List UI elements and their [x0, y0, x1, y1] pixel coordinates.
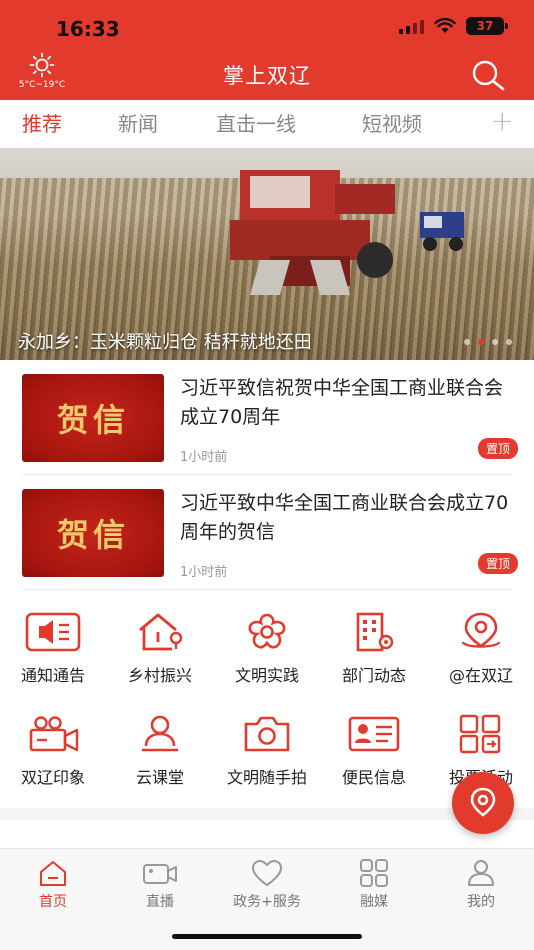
service-civilization[interactable]: 文明实践: [214, 612, 320, 686]
news-time: 1小时前: [180, 450, 228, 465]
service-label: @在双辽: [448, 666, 513, 685]
signal-icon: [399, 18, 424, 34]
grid-icon: [360, 859, 388, 887]
location-pin-icon: [461, 612, 501, 648]
teacher-icon: [142, 715, 178, 752]
nav-live[interactable]: 直播: [107, 859, 213, 911]
building-gear-icon: [356, 612, 394, 652]
divider: [22, 589, 512, 590]
banner-caption: 永加乡：玉米颗粒归仓 秸秆就地还田: [18, 332, 312, 353]
tab-short-video[interactable]: 短视频: [362, 108, 422, 137]
nav-mine[interactable]: 我的: [428, 859, 534, 911]
nav-media[interactable]: 融媒: [321, 859, 427, 911]
status-time: 16:33: [56, 17, 120, 41]
category-tabs: 推荐 新闻 直击一线 短视频 +: [0, 100, 534, 148]
service-notice[interactable]: 通知通告: [0, 612, 106, 686]
tractor-image: [420, 212, 464, 251]
banner-carousel[interactable]: 永加乡：玉米颗粒归仓 秸秆就地还田: [0, 148, 534, 360]
app-header: 16:33 37 5°C~19°C 掌上双辽: [0, 0, 534, 100]
location-fab[interactable]: [452, 772, 514, 834]
news-thumbnail-text: 贺信: [56, 516, 129, 554]
home-icon: [40, 861, 66, 886]
service-convenience[interactable]: 便民信息: [321, 714, 427, 788]
flower-icon: [248, 613, 286, 649]
service-department[interactable]: 部门动态: [321, 612, 427, 686]
megaphone-icon: [25, 612, 81, 652]
news-title: 习近平致信祝贺中华全国工商业联合会成立70周年: [180, 377, 504, 428]
nav-label: 政务+服务: [233, 894, 301, 910]
service-label: 云课堂: [135, 768, 184, 787]
service-village[interactable]: 乡村振兴: [107, 612, 213, 686]
service-label: 文明实践: [234, 666, 299, 685]
tab-news[interactable]: 新闻: [118, 108, 158, 137]
add-tab-button[interactable]: +: [491, 104, 514, 137]
divider: [22, 474, 512, 475]
service-label: 双辽印象: [20, 768, 85, 787]
service-impression[interactable]: 双辽印象: [0, 714, 106, 788]
service-label: 文明随手拍: [226, 768, 307, 787]
service-label: 乡村振兴: [127, 666, 192, 685]
camera-icon: [244, 716, 290, 752]
location-pin-icon: [470, 787, 496, 817]
news-time: 1小时前: [180, 565, 228, 580]
user-icon: [468, 860, 494, 886]
heart-icon: [251, 859, 283, 887]
news-item[interactable]: 贺信 习近平致中华全国工商业联合会成立70周年的贺信 1小时前 置顶: [22, 489, 518, 581]
news-thumbnail: 贺信: [22, 374, 164, 462]
live-camera-icon: [143, 864, 177, 884]
carousel-dot[interactable]: [492, 339, 498, 345]
tab-frontline[interactable]: 直击一线: [216, 108, 296, 137]
pinned-badge: 置顶: [477, 553, 518, 574]
video-camera-icon: [29, 716, 79, 752]
nav-label: 直播: [146, 894, 174, 910]
home-indicator: [172, 934, 362, 939]
nav-home[interactable]: 首页: [0, 859, 106, 911]
nav-government-service[interactable]: 政务+服务: [214, 859, 320, 911]
search-icon[interactable]: [470, 58, 506, 94]
news-title: 习近平致中华全国工商业联合会成立70周年的贺信: [180, 492, 509, 543]
wifi-icon: [434, 18, 456, 33]
nav-label: 我的: [467, 894, 495, 910]
service-label: 部门动态: [341, 666, 406, 685]
nav-label: 首页: [39, 894, 67, 910]
carousel-dot[interactable]: [464, 339, 470, 345]
nav-label: 融媒: [360, 894, 388, 910]
service-snapshot[interactable]: 文明随手拍: [214, 714, 320, 788]
news-thumbnail: 贺信: [22, 489, 164, 577]
service-in-shuangliao[interactable]: @在双辽: [428, 612, 534, 686]
id-card-icon: [348, 716, 400, 752]
carousel-indicator: [464, 339, 512, 345]
carousel-dot[interactable]: [506, 339, 512, 345]
news-item[interactable]: 贺信 习近平致信祝贺中华全国工商业联合会成立70周年 1小时前 置顶: [22, 374, 518, 466]
service-label: 便民信息: [341, 768, 406, 787]
app-title: 掌上双辽: [223, 64, 311, 88]
service-label: 通知通告: [20, 666, 85, 685]
village-house-icon: [139, 613, 183, 651]
pinned-badge: 置顶: [477, 438, 518, 459]
harvester-image: [230, 170, 395, 295]
news-thumbnail-text: 贺信: [56, 401, 129, 439]
service-cloud-class[interactable]: 云课堂: [107, 714, 213, 788]
carousel-dot-active[interactable]: [478, 339, 484, 345]
vote-grid-icon: [459, 714, 501, 754]
battery-indicator: 37: [466, 17, 508, 35]
tab-recommend[interactable]: 推荐: [22, 108, 62, 137]
status-icons: 37: [399, 17, 508, 35]
